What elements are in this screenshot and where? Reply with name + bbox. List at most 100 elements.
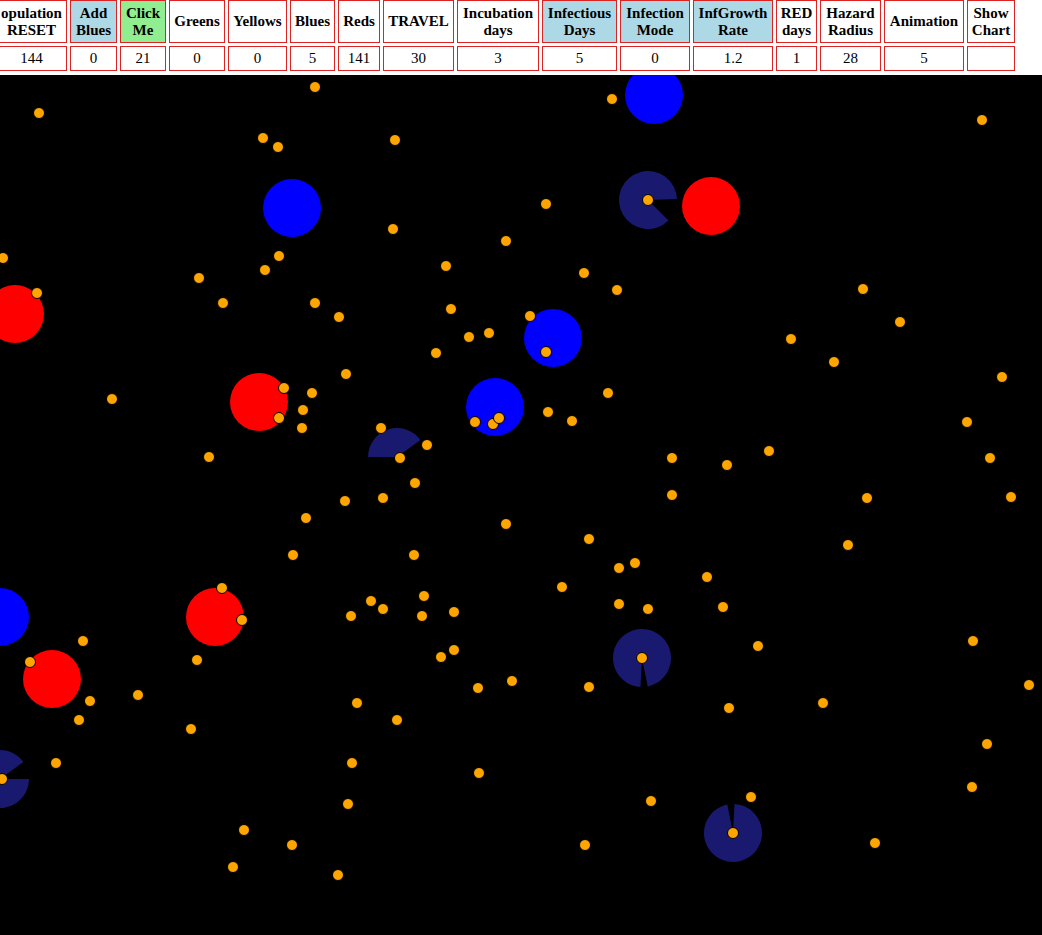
header-label: Chart [972, 22, 1010, 39]
agent-dot [464, 332, 475, 343]
agent-dot [441, 261, 452, 272]
simulation-canvas[interactable] [0, 75, 1042, 935]
agent-dot [217, 583, 228, 594]
agent-dot [133, 690, 144, 701]
agent-dot [34, 108, 45, 119]
agent-dot [718, 602, 729, 613]
control-value[interactable]: 5 [542, 46, 617, 71]
control-value[interactable]: 0 [228, 46, 287, 71]
control-header[interactable]: Reds [338, 0, 380, 43]
zone-circle [186, 588, 244, 646]
control-header[interactable]: InfectiousDays [542, 0, 617, 43]
control-header[interactable]: TRAVEL [383, 0, 454, 43]
header-label: Days [564, 22, 596, 39]
control-header[interactable]: ShowChart [967, 0, 1015, 43]
control-value[interactable]: 3 [457, 46, 539, 71]
control-header[interactable]: Blues [290, 0, 335, 43]
control-header[interactable]: Incubationdays [457, 0, 539, 43]
control-column: HazardRadius 28 [820, 0, 881, 71]
control-header[interactable]: Greens [169, 0, 225, 43]
header-label: Infection [626, 5, 684, 22]
agent-dot [870, 838, 881, 849]
control-value[interactable]: 5 [884, 46, 964, 71]
header-label: Yellows [233, 13, 281, 30]
control-header[interactable]: AddBlues [70, 0, 117, 43]
control-header[interactable]: opulationRESET [0, 0, 67, 43]
agent-dot [612, 285, 623, 296]
agent-dot [310, 298, 321, 309]
agent-dot [204, 452, 215, 463]
timer-pie [0, 750, 29, 808]
header-label: Me [133, 22, 154, 39]
header-label: Show [973, 5, 1008, 22]
control-header[interactable]: Animation [884, 0, 964, 43]
header-label: Blues [76, 22, 111, 39]
agent-dot [829, 357, 840, 368]
control-header[interactable]: InfGrowthRate [693, 0, 773, 43]
control-column: ClickMe 21 [120, 0, 166, 71]
agent-dot [643, 604, 654, 615]
agent-dot [419, 591, 430, 602]
control-header[interactable]: REDdays [776, 0, 817, 43]
control-value[interactable]: 144 [0, 46, 67, 71]
control-value[interactable]: 5 [290, 46, 335, 71]
agent-dot [32, 288, 43, 299]
agent-dot [997, 372, 1008, 383]
control-value[interactable] [967, 46, 1015, 71]
agent-dot [968, 636, 979, 647]
agent-dot [388, 224, 399, 235]
agent-dot [637, 653, 648, 664]
agent-dot [186, 724, 197, 735]
agent-dot [603, 388, 614, 399]
header-label: TRAVEL [388, 13, 449, 30]
control-value[interactable]: 141 [338, 46, 380, 71]
control-header[interactable]: ClickMe [120, 0, 166, 43]
agent-dot [818, 698, 829, 709]
agent-dot [646, 796, 657, 807]
header-label: InfGrowth [699, 5, 768, 22]
agent-dot [340, 496, 351, 507]
agent-dot [378, 493, 389, 504]
agent-dot [107, 394, 118, 405]
control-column: InfGrowthRate 1.2 [693, 0, 773, 71]
control-header[interactable]: InfectionMode [620, 0, 690, 43]
header-label: Animation [890, 13, 958, 30]
agent-dot [643, 195, 654, 206]
agent-dot [218, 298, 229, 309]
agent-dot [279, 383, 290, 394]
timer-pie [368, 428, 420, 457]
agent-dot [507, 676, 518, 687]
control-value[interactable]: 21 [120, 46, 166, 71]
control-column: TRAVEL 30 [383, 0, 454, 71]
control-column: Reds 141 [338, 0, 380, 71]
header-label: Greens [174, 13, 220, 30]
control-value[interactable]: 30 [383, 46, 454, 71]
agent-dot [74, 715, 85, 726]
agent-dot [667, 490, 678, 501]
control-value[interactable]: 1.2 [693, 46, 773, 71]
control-header[interactable]: HazardRadius [820, 0, 881, 43]
agent-dot [258, 133, 269, 144]
agent-dot [580, 840, 591, 851]
header-label: days [782, 22, 811, 39]
control-value[interactable]: 0 [169, 46, 225, 71]
control-value[interactable]: 28 [820, 46, 881, 71]
agent-dot [274, 251, 285, 262]
agent-dot [843, 540, 854, 551]
control-value[interactable]: 0 [620, 46, 690, 71]
control-header[interactable]: Yellows [228, 0, 287, 43]
agent-dot [895, 317, 906, 328]
agent-dot [366, 596, 377, 607]
control-column: Yellows 0 [228, 0, 287, 71]
agent-dot [484, 328, 495, 339]
control-value[interactable]: 1 [776, 46, 817, 71]
agent-dot [390, 135, 401, 146]
agent-dot [310, 82, 321, 93]
control-column: InfectionMode 0 [620, 0, 690, 71]
control-column: ShowChart [967, 0, 1015, 71]
agent-dot [51, 758, 62, 769]
control-value[interactable]: 0 [70, 46, 117, 71]
agent-dot [501, 519, 512, 530]
agent-dot [764, 446, 775, 457]
agent-dot [436, 652, 447, 663]
